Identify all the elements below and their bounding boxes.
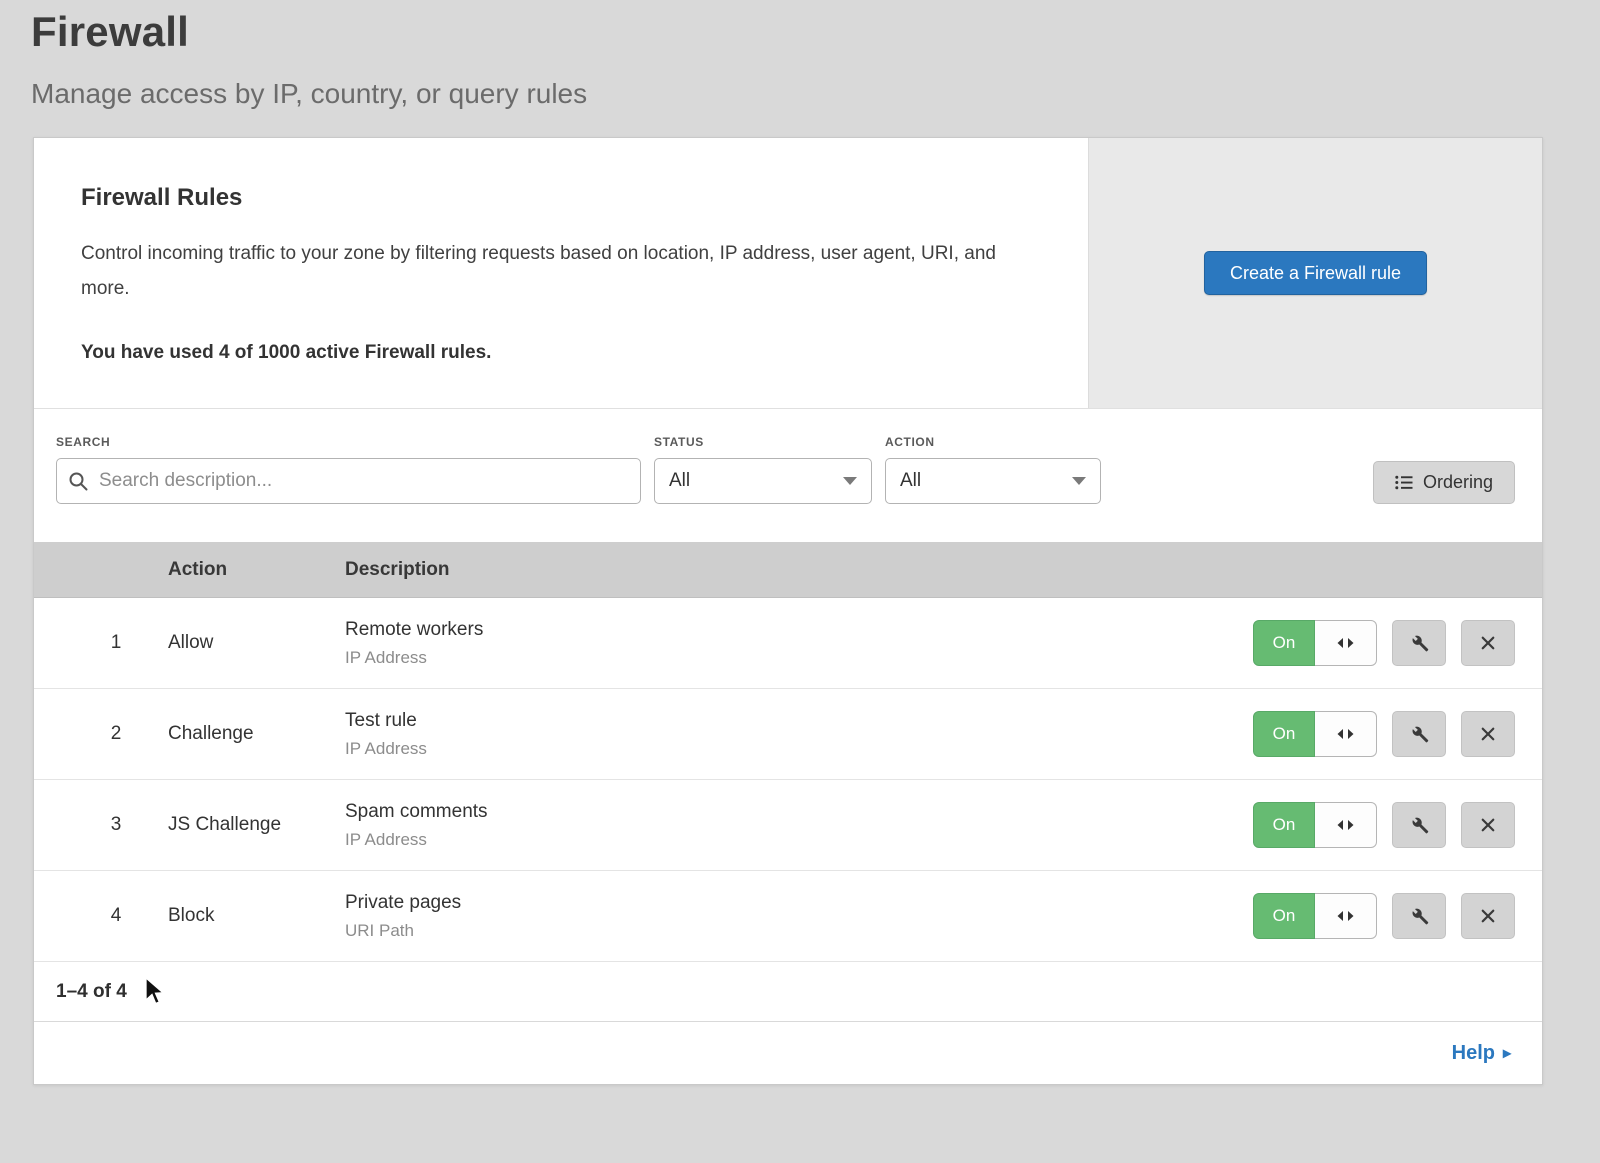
rule-description: Private pages [345,892,1232,914]
ordering-wrap: Ordering [1373,461,1515,504]
table-header: Action Description [34,542,1542,598]
rule-match-type: IP Address [345,648,1232,668]
rules-usage-text: You have used 4 of 1000 active Firewall … [81,342,1028,364]
rule-controls: On [1232,893,1542,939]
action-label: ACTION [885,435,1101,449]
toggle-on-label[interactable]: On [1253,620,1315,666]
help-arrow-icon: ▸ [1503,1043,1511,1063]
table-row: 3 JS Challenge Spam comments IP Address … [34,780,1542,871]
rule-action: Challenge [168,723,345,745]
toggle-arrows-icon[interactable] [1315,893,1377,939]
ordered-list-icon [1395,475,1413,490]
page-header: Firewall Manage access by IP, country, o… [0,0,1600,110]
status-filter-group: STATUS All [654,435,872,504]
ordering-button-label: Ordering [1423,472,1493,493]
status-select-value: All [669,470,690,492]
description-header: Description [345,559,1232,581]
create-firewall-rule-button[interactable]: Create a Firewall rule [1204,251,1427,295]
delete-rule-button[interactable] [1461,711,1515,757]
status-select[interactable]: All [654,458,872,504]
rule-match-type: URI Path [345,921,1232,941]
table-row: 4 Block Private pages URI Path On [34,871,1542,962]
status-label: STATUS [654,435,872,449]
pagination-row: 1–4 of 4 [34,962,1542,1022]
help-row: Help ▸ [34,1022,1542,1084]
search-icon [68,471,88,491]
rule-enabled-toggle[interactable]: On [1253,711,1377,757]
rule-enabled-toggle[interactable]: On [1253,802,1377,848]
toggle-arrows-icon[interactable] [1315,711,1377,757]
rule-description: Test rule [345,710,1232,732]
rule-enabled-toggle[interactable]: On [1253,893,1377,939]
rule-controls: On [1232,802,1542,848]
rules-intro: Firewall Rules Control incoming traffic … [34,138,1088,408]
rule-match-type: IP Address [345,739,1232,759]
help-link[interactable]: Help ▸ [1452,1042,1511,1065]
rule-description: Remote workers [345,619,1232,641]
filters-bar: SEARCH STATUS All ACTION All [34,409,1542,542]
rule-priority: 2 [34,723,168,745]
search-filter-group: SEARCH [56,435,641,504]
delete-rule-button[interactable] [1461,620,1515,666]
create-rule-panel: Create a Firewall rule [1088,138,1542,408]
wrench-icon [1409,815,1430,836]
rules-card-description: Control incoming traffic to your zone by… [81,236,1028,306]
x-icon [1479,907,1497,925]
toggle-on-label[interactable]: On [1253,893,1315,939]
rule-description-cell: Spam comments IP Address [345,801,1232,850]
rule-action: Block [168,905,345,927]
wrench-icon [1409,633,1430,654]
wrench-icon [1409,906,1430,927]
edit-rule-button[interactable] [1392,802,1446,848]
table-row: 2 Challenge Test rule IP Address On [34,689,1542,780]
rule-controls: On [1232,711,1542,757]
toggle-on-label[interactable]: On [1253,711,1315,757]
search-label: SEARCH [56,435,641,449]
rule-match-type: IP Address [345,830,1232,850]
rule-controls: On [1232,620,1542,666]
rule-priority: 1 [34,632,168,654]
x-icon [1479,816,1497,834]
rule-description-cell: Test rule IP Address [345,710,1232,759]
rule-description-cell: Private pages URI Path [345,892,1232,941]
action-select-value: All [900,470,921,492]
chevron-down-icon [1072,477,1086,485]
rule-description: Spam comments [345,801,1232,823]
edit-rule-button[interactable] [1392,893,1446,939]
help-link-label: Help [1452,1042,1495,1065]
rule-action: JS Challenge [168,814,345,836]
toggle-arrows-icon[interactable] [1315,620,1377,666]
table-row: 1 Allow Remote workers IP Address On [34,598,1542,689]
page-subtitle: Manage access by IP, country, or query r… [31,78,1600,110]
action-header: Action [168,559,345,581]
card-top-section: Firewall Rules Control incoming traffic … [34,138,1542,409]
search-input-wrap [56,458,641,504]
rule-action: Allow [168,632,345,654]
toggle-on-label[interactable]: On [1253,802,1315,848]
rule-priority: 3 [34,814,168,836]
rule-enabled-toggle[interactable]: On [1253,620,1377,666]
rules-card-title: Firewall Rules [81,184,1028,212]
x-icon [1479,725,1497,743]
delete-rule-button[interactable] [1461,893,1515,939]
wrench-icon [1409,724,1430,745]
rule-priority: 4 [34,905,168,927]
action-filter-group: ACTION All [885,435,1101,504]
firewall-rules-card: Firewall Rules Control incoming traffic … [33,137,1543,1085]
toggle-arrows-icon[interactable] [1315,802,1377,848]
page-title: Firewall [31,8,1600,56]
rule-description-cell: Remote workers IP Address [345,619,1232,668]
ordering-button[interactable]: Ordering [1373,461,1515,504]
edit-rule-button[interactable] [1392,620,1446,666]
chevron-down-icon [843,477,857,485]
action-select[interactable]: All [885,458,1101,504]
x-icon [1479,634,1497,652]
search-input[interactable] [56,458,641,504]
pagination-text: 1–4 of 4 [56,981,127,1003]
delete-rule-button[interactable] [1461,802,1515,848]
edit-rule-button[interactable] [1392,711,1446,757]
